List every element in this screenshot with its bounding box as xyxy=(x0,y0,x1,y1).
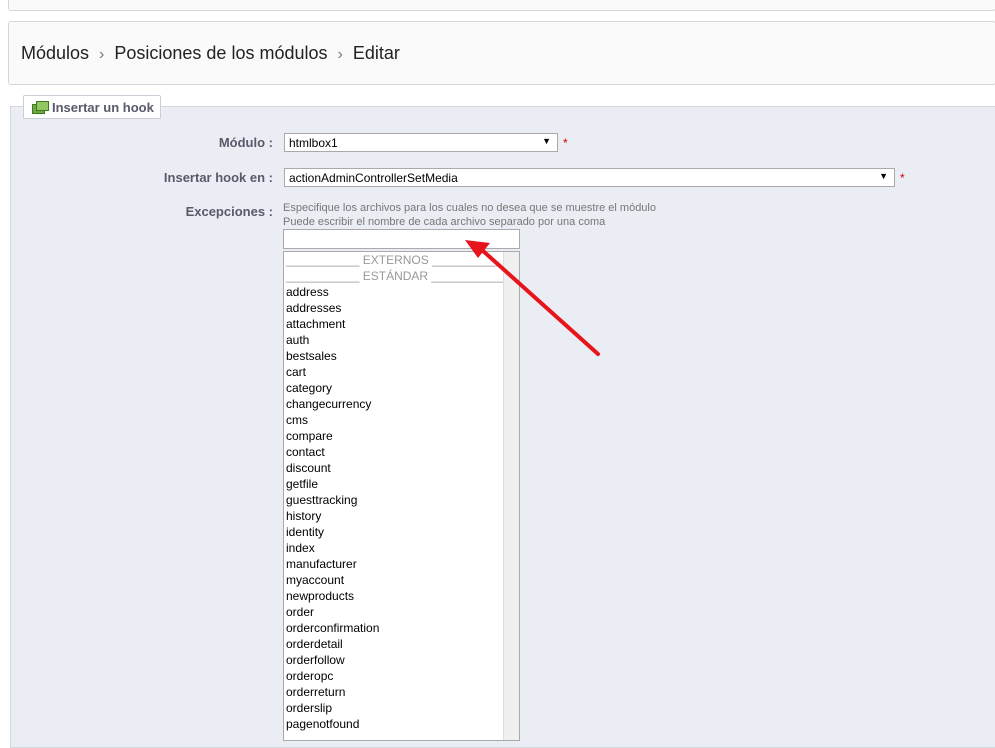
chevron-right-icon: › xyxy=(337,46,343,63)
breadcrumb-bar: Módulos › Posiciones de los módulos › Editar xyxy=(8,21,995,85)
excepciones-hint-2: Puede escribir el nombre de cada archivo… xyxy=(283,216,606,228)
modulo-select-value: htmlbox1 xyxy=(289,136,338,150)
legend-title: Insertar un hook xyxy=(52,99,154,115)
listbox-option[interactable]: orderconfirmation xyxy=(284,620,519,636)
listbox-option[interactable]: identity xyxy=(284,524,519,540)
chevron-right-icon: › xyxy=(99,46,105,63)
breadcrumb-item-posiciones[interactable]: Posiciones de los módulos xyxy=(114,43,327,63)
listbox-option[interactable]: orderdetail xyxy=(284,636,519,652)
listbox-option[interactable]: category xyxy=(284,380,519,396)
breadcrumb: Módulos › Posiciones de los módulos › Editar xyxy=(21,43,400,64)
listbox-option[interactable]: orderreturn xyxy=(284,684,519,700)
listbox-option[interactable]: changecurrency xyxy=(284,396,519,412)
listbox-group-header: ___________ ESTÁNDAR ___________ xyxy=(286,269,505,283)
listbox-option[interactable]: manufacturer xyxy=(284,556,519,572)
listbox-option[interactable]: compare xyxy=(284,428,519,444)
modulo-select[interactable]: htmlbox1 ▼ xyxy=(284,133,558,152)
listbox-option[interactable]: index xyxy=(284,540,519,556)
listbox-option[interactable]: newproducts xyxy=(284,588,519,604)
exceptions-input[interactable] xyxy=(283,229,520,249)
top-panel-edge xyxy=(8,0,995,11)
required-mark: * xyxy=(563,136,568,150)
required-mark: * xyxy=(900,171,905,185)
exceptions-listbox[interactable]: ___________ EXTERNOS ___________ ________… xyxy=(283,251,520,741)
dropdown-arrow-icon: ▼ xyxy=(879,171,888,181)
listbox-option[interactable]: contact xyxy=(284,444,519,460)
listbox-option[interactable]: order xyxy=(284,604,519,620)
listbox-scrollbar[interactable] xyxy=(503,252,519,740)
listbox-option[interactable]: getfile xyxy=(284,476,519,492)
listbox-group-header: ___________ EXTERNOS ___________ xyxy=(286,253,506,267)
listbox-option[interactable]: address xyxy=(284,284,519,300)
listbox-option[interactable]: guesttracking xyxy=(284,492,519,508)
listbox-option[interactable]: history xyxy=(284,508,519,524)
fieldset-legend: Insertar un hook xyxy=(23,95,161,119)
listbox-option[interactable]: auth xyxy=(284,332,519,348)
listbox-option[interactable]: discount xyxy=(284,460,519,476)
listbox-option[interactable]: pagenotfound xyxy=(284,716,519,732)
excepciones-label: Excepciones : xyxy=(185,204,273,219)
hook-select-value: actionAdminControllerSetMedia xyxy=(289,171,458,185)
listbox-option[interactable]: addresses xyxy=(284,300,519,316)
listbox-option[interactable]: cart xyxy=(284,364,519,380)
modulo-label: Módulo : xyxy=(218,135,273,150)
listbox-option[interactable]: myaccount xyxy=(284,572,519,588)
listbox-option[interactable]: orderfollow xyxy=(284,652,519,668)
listbox-option[interactable]: bestsales xyxy=(284,348,519,364)
hook-label: Insertar hook en : xyxy=(163,170,273,185)
dropdown-arrow-icon: ▼ xyxy=(542,136,551,146)
breadcrumb-item-modulos[interactable]: Módulos xyxy=(21,43,89,63)
listbox-option[interactable]: attachment xyxy=(284,316,519,332)
listbox-option[interactable]: orderopc xyxy=(284,668,519,684)
modules-icon xyxy=(32,101,49,114)
listbox-option[interactable]: orderslip xyxy=(284,700,519,716)
listbox-option[interactable]: cms xyxy=(284,412,519,428)
excepciones-hint-1: Especifique los archivos para los cuales… xyxy=(283,202,656,214)
hook-select[interactable]: actionAdminControllerSetMedia ▼ xyxy=(284,168,895,187)
breadcrumb-item-editar: Editar xyxy=(352,43,400,63)
